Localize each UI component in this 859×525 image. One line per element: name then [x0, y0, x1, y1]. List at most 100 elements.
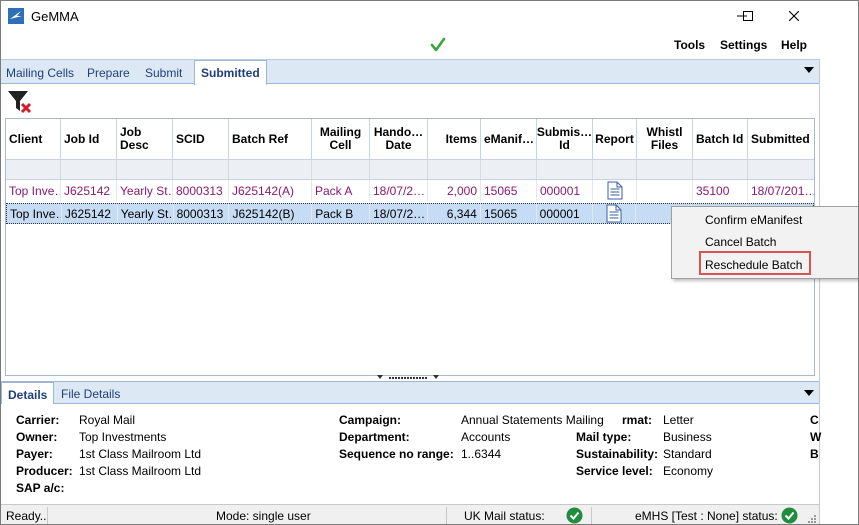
column-header-emanifest[interactable]: eManif…	[481, 119, 537, 159]
column-header-job-id[interactable]: Job Id	[61, 119, 117, 159]
sequence-value: 1..6344	[461, 447, 502, 461]
table-row[interactable]: Top Inve… J625142 Yearly St… 8000313 J62…	[6, 180, 814, 201]
cell-report[interactable]	[593, 204, 637, 223]
details-tabs: Details File Details	[1, 381, 819, 405]
details-panel: Carrier: Royal Mail Owner: Top Investmen…	[1, 404, 821, 504]
details-dropdown-icon[interactable]	[804, 390, 814, 396]
menu-tools[interactable]: Tools	[674, 38, 705, 52]
tab-prepare[interactable]: Prepare	[87, 66, 130, 80]
filter-cell[interactable]	[481, 160, 537, 179]
menu-item-cancel-batch[interactable]: Cancel Batch	[705, 235, 776, 249]
carrier-label: Carrier:	[16, 413, 60, 427]
cell-emanifest: 15065	[481, 180, 537, 201]
column-header-handover-date[interactable]: Hando… Date	[370, 119, 428, 159]
column-header-items[interactable]: Items	[428, 119, 481, 159]
column-header-client[interactable]: Client	[6, 119, 61, 159]
menu-item-confirm-emanifest[interactable]: Confirm eManifest	[705, 213, 802, 227]
column-header-batch-id[interactable]: Batch Id	[693, 119, 748, 159]
cell-submission-id: 000001	[537, 180, 593, 201]
filter-cell[interactable]	[370, 160, 428, 179]
menu-help[interactable]: Help	[781, 38, 807, 52]
grid-toolbar	[1, 85, 819, 117]
filter-cell[interactable]	[593, 160, 637, 179]
filter-cell[interactable]	[693, 160, 748, 179]
maximize-button[interactable]	[725, 1, 771, 31]
app-window: GeMMA Tools Settings Help Mailing Cells …	[0, 0, 859, 525]
resize-grip-icon[interactable]	[807, 514, 817, 524]
filter-cell[interactable]	[637, 160, 693, 179]
menu-bar: Tools Settings Help	[1, 31, 858, 59]
column-header-batch-ref[interactable]: Batch Ref	[229, 119, 312, 159]
tab-submitted[interactable]: Submitted	[194, 60, 267, 85]
menu-item-reschedule-batch[interactable]: Reschedule Batch	[705, 258, 802, 272]
column-header-submission-id[interactable]: Submis… Id	[537, 119, 593, 159]
filter-cell[interactable]	[428, 160, 481, 179]
tab-mailing-cells[interactable]: Mailing Cells	[6, 66, 74, 80]
carrier-value: Royal Mail	[79, 413, 136, 427]
filter-cell[interactable]	[312, 160, 370, 179]
cell-client: Top Inve…	[7, 204, 62, 223]
filter-cell[interactable]	[173, 160, 229, 179]
close-icon	[789, 11, 799, 21]
service-level-value: Economy	[663, 464, 714, 478]
column-header-whistl-files[interactable]: Whistl Files	[637, 119, 693, 159]
format-label: rmat:	[620, 413, 653, 427]
maximize-icon	[743, 11, 753, 21]
clipped-label: C	[810, 413, 819, 427]
cell-whistl-files	[637, 180, 693, 201]
status-separator	[591, 507, 592, 524]
menu-settings[interactable]: Settings	[720, 38, 767, 52]
document-icon[interactable]	[607, 181, 623, 200]
tab-submit[interactable]: Submit	[145, 66, 182, 80]
checkmark-icon	[430, 37, 446, 52]
filter-cell[interactable]	[117, 160, 173, 179]
owner-label: Owner:	[16, 430, 58, 444]
status-mode: Mode: single user	[216, 509, 311, 523]
column-header-scid[interactable]: SCID	[173, 119, 229, 159]
document-icon[interactable]	[606, 204, 622, 223]
tab-file-details[interactable]: File Details	[61, 387, 120, 401]
filter-cell[interactable]	[61, 160, 117, 179]
filter-cell[interactable]	[6, 160, 61, 179]
cell-mailing-cell: Pack A	[312, 180, 370, 201]
tabs-dropdown-icon[interactable]	[804, 67, 814, 73]
clear-filter-icon[interactable]	[7, 89, 33, 115]
tab-details[interactable]: Details	[1, 382, 55, 405]
app-logo-icon	[8, 8, 24, 24]
cell-handover-date: 18/07/2…	[370, 204, 428, 223]
close-button[interactable]	[771, 1, 817, 31]
sap-label: SAP a/c:	[16, 481, 65, 495]
column-header-mailing-cell[interactable]: Mailing Cell	[312, 119, 370, 159]
window-title: GeMMA	[31, 9, 79, 24]
service-level-label: Service level:	[576, 464, 653, 478]
department-label: Department:	[339, 430, 410, 444]
filter-cell[interactable]	[229, 160, 312, 179]
uk-mail-ok-icon	[566, 507, 583, 524]
status-emhs: eMHS [Test : None] status:	[635, 509, 778, 523]
mail-type-label: Mail type:	[576, 430, 632, 444]
filter-cell[interactable]	[748, 160, 814, 179]
cell-report[interactable]	[593, 180, 637, 201]
cell-emanifest: 15065	[481, 204, 537, 223]
column-header-job-desc[interactable]: Job Desc	[117, 119, 173, 159]
sustainability-label: Sustainability:	[576, 447, 659, 461]
status-separator	[47, 507, 48, 524]
producer-value: 1st Class Mailroom Ltd	[79, 464, 202, 478]
cell-submission-id: 000001	[537, 204, 593, 223]
producer-label: Producer:	[16, 464, 73, 478]
campaign-label: Campaign:	[339, 413, 402, 427]
cell-job-id: J625142	[61, 180, 117, 201]
title-bar: GeMMA	[1, 1, 858, 31]
column-header-report[interactable]: Report	[593, 119, 637, 159]
cell-mailing-cell: Pack B	[312, 204, 371, 223]
clipped-label: B	[810, 447, 819, 461]
emhs-ok-icon	[781, 507, 798, 524]
column-header-submitted[interactable]: Submitted	[748, 119, 814, 159]
mail-type-value: Business	[663, 430, 712, 444]
cell-items: 6,344	[428, 204, 481, 223]
cell-batch-ref: J625142(A)	[229, 180, 312, 201]
right-edge-panel	[819, 59, 858, 524]
cell-job-desc: Yearly St…	[118, 204, 174, 223]
filter-cell[interactable]	[537, 160, 593, 179]
campaign-value: Annual Statements Mailing	[461, 413, 604, 427]
